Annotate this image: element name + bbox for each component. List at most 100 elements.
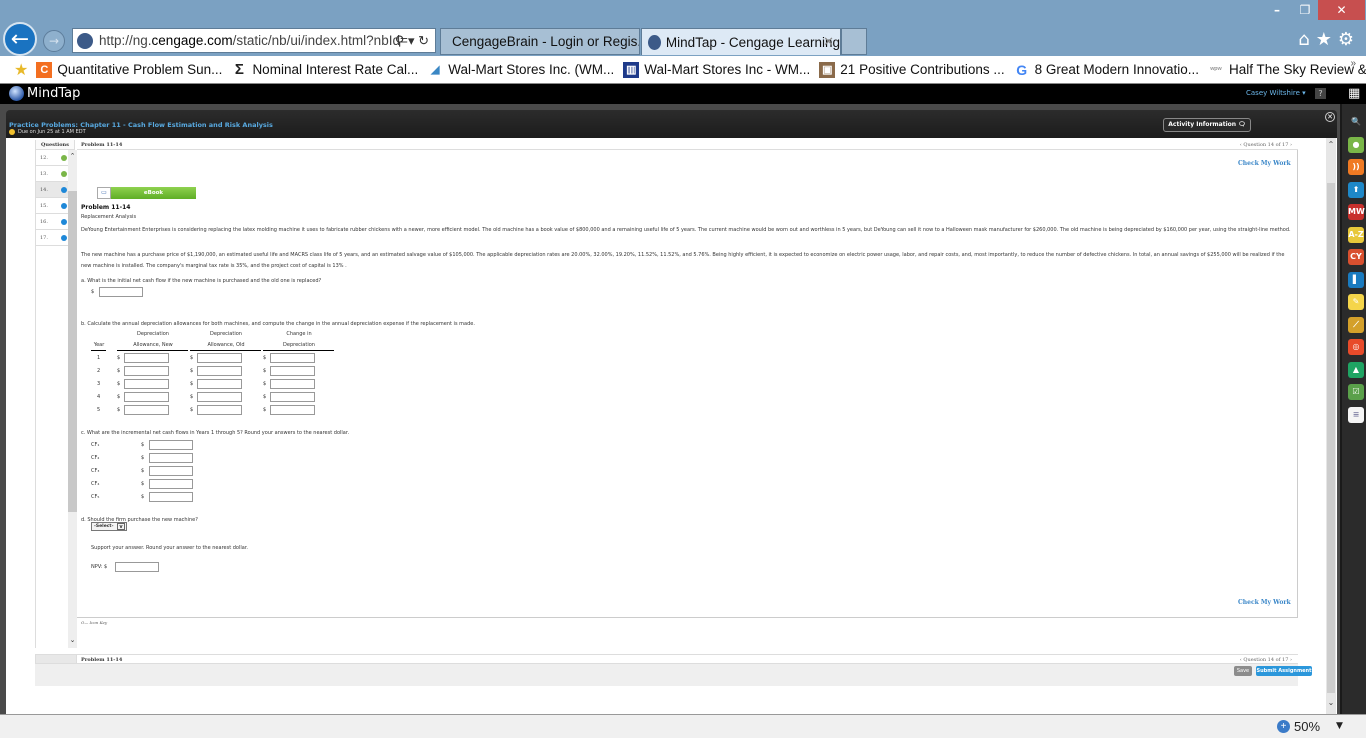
favorites-star-icon[interactable]: ★ [1316, 29, 1338, 50]
depreciation-new-input[interactable] [124, 379, 169, 389]
question-number: 14. [40, 187, 48, 193]
close-window-button[interactable]: ✕ [1318, 0, 1365, 20]
favorite-item[interactable]: C Quantitative Problem Sun... [36, 61, 222, 78]
cash-flow-input[interactable] [149, 453, 193, 463]
tab-cengagebrain[interactable]: CengageBrain - Login or Regis... [440, 28, 640, 55]
tab-mindtap[interactable]: MindTap - Cengage Learning ✕ [641, 28, 841, 55]
forward-button[interactable]: → [43, 30, 65, 52]
home-icon[interactable]: ⌂ [1298, 29, 1315, 50]
google-drive-app-icon[interactable]: ▲ [1348, 361, 1364, 378]
favorites-more-chevron-icon[interactable]: » [1350, 58, 1356, 69]
question-status-icon [61, 219, 67, 225]
address-bar[interactable]: http://ng.cengage.com/static/nb/ui/index… [72, 28, 436, 53]
depreciation-old-input[interactable] [197, 392, 242, 402]
icon-key[interactable]: O— Icon Key [81, 620, 107, 625]
notepad-app-icon[interactable]: ≡ [1348, 406, 1364, 423]
scrollbar-thumb[interactable] [68, 191, 77, 512]
help-button[interactable]: ? [1315, 88, 1326, 99]
depreciation-change-input[interactable] [270, 379, 315, 389]
depreciation-change-input[interactable] [270, 405, 315, 415]
favorite-item[interactable]: ◢ Wal-Mart Stores Inc. (WM... [427, 62, 614, 78]
merriam-webster-app-icon[interactable]: MW [1348, 204, 1365, 220]
depreciation-old-input[interactable] [197, 353, 242, 363]
question-status-icon [61, 235, 67, 241]
scroll-down-icon[interactable]: ⌄ [68, 636, 77, 644]
favorite-item[interactable]: Σ Nominal Interest Rate Cal... [231, 61, 418, 78]
mindtap-orb-icon [9, 86, 24, 101]
add-favorite-icon[interactable]: ★ [14, 60, 28, 80]
save-button[interactable]: Save [1234, 666, 1252, 676]
column-header: Allowance, Old [207, 342, 245, 348]
favorite-icon: ▣ [819, 61, 836, 78]
depreciation-new-input[interactable] [124, 366, 169, 376]
scroll-down-icon[interactable]: ⌄ [1326, 698, 1336, 707]
favorite-item[interactable]: ▣ 21 Positive Contributions ... [819, 61, 1005, 78]
submit-assignment-button[interactable]: Submit Assignment [1256, 666, 1312, 676]
depreciation-change-input[interactable] [270, 353, 315, 363]
new-tab-button[interactable] [841, 28, 867, 55]
cengage-app-icon[interactable]: ◎ [1348, 339, 1364, 355]
user-menu[interactable]: Casey Wiltshire ▾ [1246, 89, 1306, 97]
progress-app-icon[interactable]: ● [1348, 136, 1364, 153]
favorite-icon: C [36, 61, 53, 78]
zoom-level[interactable]: +50% [1277, 719, 1320, 734]
minimize-button[interactable]: – [1262, 0, 1292, 20]
check-my-work-link-bottom[interactable]: Check My Work [1238, 599, 1291, 606]
close-activity-icon[interactable]: ✕ [1325, 112, 1335, 122]
due-date: Due on Jun 25 at 1 AM EDT [9, 129, 86, 135]
back-button[interactable]: ← [3, 22, 37, 56]
initial-net-cash-flow-input[interactable] [99, 287, 143, 297]
currency-symbol: $ [263, 381, 267, 387]
year-label: 5 [97, 407, 101, 413]
question-list-scrollbar[interactable]: ⌃ ⌄ [68, 150, 77, 648]
scrollbar-thumb[interactable] [1327, 183, 1335, 693]
currency-symbol: $ [190, 355, 194, 361]
cash-flow-input[interactable] [149, 492, 193, 502]
header-rule [91, 350, 106, 351]
depreciation-new-input[interactable] [124, 405, 169, 415]
favorite-item[interactable]: ʷᵖʷHalf The Sky Review & N... [1208, 62, 1366, 78]
favorite-item[interactable]: ▥ Wal-Mart Stores Inc - WM... [623, 61, 810, 78]
part-c-question: c. What are the incremental net cash flo… [81, 430, 350, 436]
checklist-app-icon[interactable]: ☑ [1348, 384, 1364, 400]
purchase-decision-select[interactable]: -Select- v [91, 522, 127, 531]
npv-input[interactable] [115, 562, 159, 572]
activity-information-button[interactable]: Activity Information 🗨 [1163, 118, 1251, 132]
graph-app-icon[interactable]: ⟋ [1348, 316, 1364, 333]
depreciation-new-input[interactable] [124, 353, 169, 363]
book-app-icon[interactable]: ▌ [1348, 271, 1364, 288]
cash-flow-input[interactable] [149, 466, 193, 476]
mindtap-logo[interactable]: MindTap [9, 86, 80, 101]
rss-app-icon[interactable]: )) [1348, 159, 1364, 175]
depreciation-change-input[interactable] [270, 366, 315, 376]
upload-app-icon[interactable]: ⬆ [1348, 181, 1364, 198]
settings-gear-icon[interactable]: ⚙ [1338, 29, 1360, 50]
notes-app-icon[interactable]: ✎ [1348, 294, 1364, 310]
address-tools[interactable]: ⚲ ▾ ↻ [395, 33, 429, 49]
cash-flow-input[interactable] [149, 440, 193, 450]
depreciation-change-input[interactable] [270, 392, 315, 402]
favorite-item[interactable]: G8 Great Modern Innovatio... [1014, 62, 1199, 78]
clock-icon [9, 129, 15, 135]
search-app-icon[interactable]: 🔍 [1348, 114, 1364, 130]
main-scrollbar[interactable]: ⌃ ⌄ [1326, 138, 1336, 714]
depreciation-new-input[interactable] [124, 392, 169, 402]
scroll-up-icon[interactable]: ⌃ [68, 152, 77, 160]
cash-flow-label: CF₃ [91, 468, 100, 474]
depreciation-old-input[interactable] [197, 366, 242, 376]
cy-app-icon[interactable]: CY [1348, 249, 1364, 265]
close-tab-icon[interactable]: ✕ [823, 34, 834, 50]
question-navigator[interactable]: ‹ Question 14 of 17 › [1240, 140, 1292, 150]
depreciation-old-input[interactable] [197, 405, 242, 415]
zoom-dropdown-icon[interactable]: ▼ [1336, 721, 1343, 731]
cash-flow-input[interactable] [149, 479, 193, 489]
favorite-icon: ▥ [623, 61, 640, 78]
check-my-work-link[interactable]: Check My Work [1238, 160, 1291, 167]
apps-grid-icon[interactable]: ▦ [1348, 87, 1360, 100]
depreciation-old-input[interactable] [197, 379, 242, 389]
scroll-up-icon[interactable]: ⌃ [1326, 140, 1336, 149]
ebook-button[interactable]: ▭ eBook [97, 187, 196, 199]
restore-button[interactable]: ❐ [1290, 0, 1320, 20]
a-z-glossary-app-icon[interactable]: A-Z [1348, 226, 1364, 243]
activity-title: Practice Problems: Chapter 11 - Cash Flo… [9, 121, 273, 129]
